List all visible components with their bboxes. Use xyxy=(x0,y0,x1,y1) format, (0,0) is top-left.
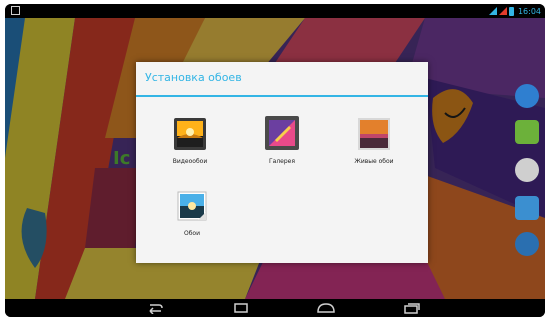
option-label: Видеообои xyxy=(172,158,208,165)
option-label: Обои xyxy=(184,230,200,237)
wallpaper-chooser-dialog: Установка обоев Видеообои Галерея Живые … xyxy=(136,62,428,263)
option-label: Живые обои xyxy=(354,158,394,165)
status-clock: 16:04 xyxy=(517,6,541,16)
option-video-wallpaper[interactable]: Видеообои xyxy=(150,118,230,165)
option-gallery[interactable]: Галерея xyxy=(242,116,322,165)
option-live-wallpaper[interactable]: Живые обои xyxy=(334,118,414,165)
dialog-title: Установка обоев xyxy=(145,71,242,84)
dialog-title-divider xyxy=(136,95,428,97)
contacts-icon xyxy=(515,196,539,220)
notification-icon xyxy=(11,6,20,15)
browser-icon xyxy=(515,84,539,108)
menu-icon[interactable] xyxy=(230,301,252,315)
back-icon[interactable] xyxy=(143,301,165,315)
home-clock-widget: Ic xyxy=(113,148,131,169)
cell-signal-icon xyxy=(498,7,507,15)
status-indicators: 16:04 xyxy=(488,4,541,18)
home-icon[interactable] xyxy=(315,301,337,315)
navigation-bar xyxy=(5,299,545,317)
device-screen: 16:04 Ic Установка обоев Видеообои Галер… xyxy=(5,4,545,317)
option-label: Галерея xyxy=(269,158,295,165)
phone-icon xyxy=(515,232,539,256)
apps-icon xyxy=(515,158,539,182)
live-wallpaper-icon xyxy=(358,118,390,150)
gallery-icon xyxy=(265,116,299,150)
wallpaper-icon xyxy=(176,190,208,222)
recent-apps-icon[interactable] xyxy=(401,301,423,315)
status-bar: 16:04 xyxy=(5,4,545,18)
video-wallpaper-icon xyxy=(174,118,206,150)
battery-icon xyxy=(508,6,514,16)
wifi-signal-icon xyxy=(488,7,497,15)
option-wallpaper[interactable]: Обои xyxy=(152,190,232,237)
messaging-icon xyxy=(515,120,539,144)
